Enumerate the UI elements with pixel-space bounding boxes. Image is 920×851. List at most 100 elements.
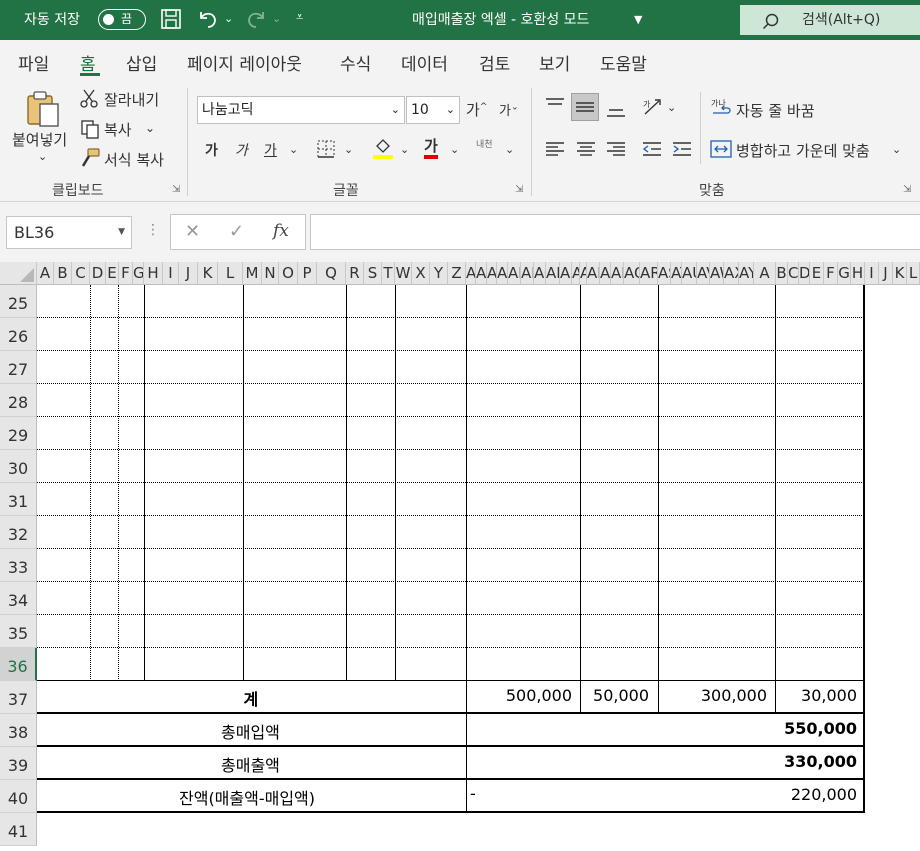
- column-header[interactable]: H: [851, 262, 865, 285]
- align-top-icon[interactable]: [545, 96, 565, 118]
- column-header[interactable]: J: [179, 262, 198, 285]
- format-painter-icon[interactable]: [80, 148, 100, 172]
- search-box[interactable]: 검색(Alt+Q): [740, 5, 920, 35]
- column-header[interactable]: L: [907, 262, 920, 285]
- underline-button[interactable]: 가: [264, 140, 277, 160]
- wrap-text-icon[interactable]: 가나: [710, 97, 732, 123]
- column-header[interactable]: M: [243, 262, 262, 285]
- merge-center-icon[interactable]: [710, 139, 732, 163]
- column-header[interactable]: J: [879, 262, 893, 285]
- column-header[interactable]: A: [37, 262, 54, 285]
- row-header[interactable]: 37: [0, 681, 37, 714]
- align-left-icon[interactable]: [545, 139, 565, 163]
- column-header[interactable]: B: [54, 262, 72, 285]
- row-header[interactable]: 33: [0, 549, 37, 582]
- tab-view[interactable]: 보기: [539, 50, 570, 75]
- column-header[interactable]: AN: [600, 262, 611, 285]
- merge-dropdown-icon[interactable]: ⌄: [892, 143, 901, 156]
- column-header[interactable]: C: [72, 262, 90, 285]
- tab-formulas[interactable]: 수식: [340, 50, 371, 75]
- merge-center-button[interactable]: 병합하고 가운데 맞춤: [736, 140, 870, 161]
- tab-help[interactable]: 도움말: [600, 50, 647, 75]
- column-header[interactable]: K: [198, 262, 218, 285]
- row-header[interactable]: 41: [0, 813, 37, 846]
- tab-insert[interactable]: 삽입: [126, 50, 157, 75]
- border-dropdown-icon[interactable]: ⌄: [344, 143, 353, 156]
- undo-icon[interactable]: [196, 8, 220, 34]
- paste-dropdown-icon[interactable]: ⌄: [38, 150, 47, 163]
- row-header[interactable]: 29: [0, 417, 37, 450]
- column-header[interactable]: AE: [476, 262, 487, 285]
- row-header[interactable]: 39: [0, 747, 37, 780]
- bold-button[interactable]: 가: [205, 140, 218, 160]
- row-header[interactable]: 27: [0, 351, 37, 384]
- column-header[interactable]: Z: [448, 262, 466, 285]
- font-launcher-icon[interactable]: ⇲: [515, 184, 523, 195]
- italic-button[interactable]: 가: [235, 140, 248, 160]
- undo-dropdown-icon[interactable]: ⌄: [224, 12, 233, 25]
- column-header[interactable]: AY: [739, 262, 754, 285]
- column-header[interactable]: P: [298, 262, 317, 285]
- column-header[interactable]: B: [776, 262, 788, 285]
- paste-button[interactable]: 붙여넣기: [12, 129, 67, 150]
- column-header[interactable]: AR: [640, 262, 658, 285]
- column-header[interactable]: W: [395, 262, 412, 285]
- column-header[interactable]: AU: [682, 262, 697, 285]
- column-header[interactable]: AF: [521, 262, 534, 285]
- phonetic-button[interactable]: 내천: [476, 137, 493, 150]
- alignment-launcher-icon[interactable]: ⇲: [903, 184, 911, 195]
- column-header[interactable]: L: [218, 262, 243, 285]
- redo-dropdown-icon[interactable]: ⌄: [272, 12, 281, 25]
- align-right-icon[interactable]: [606, 139, 626, 163]
- column-header[interactable]: Y: [430, 262, 448, 285]
- cut-button[interactable]: 잘라내기: [104, 89, 159, 110]
- row-header[interactable]: 38: [0, 714, 37, 747]
- row-header[interactable]: 34: [0, 582, 37, 615]
- insert-function-icon[interactable]: fx: [273, 221, 289, 241]
- row-header[interactable]: 35: [0, 615, 37, 648]
- column-header[interactable]: E: [810, 262, 824, 285]
- increase-indent-icon[interactable]: [672, 139, 692, 163]
- row-header[interactable]: 36: [0, 648, 37, 681]
- column-header[interactable]: AC: [487, 262, 497, 285]
- wrap-text-button[interactable]: 자동 줄 바꿈: [736, 100, 815, 121]
- grow-font-button[interactable]: 가^: [466, 99, 487, 120]
- column-header[interactable]: K: [893, 262, 907, 285]
- align-middle-icon[interactable]: [571, 93, 599, 121]
- redo-icon[interactable]: [244, 8, 268, 34]
- clipboard-launcher-icon[interactable]: ⇲: [172, 184, 180, 195]
- select-all-corner[interactable]: [0, 262, 37, 285]
- title-dropdown-icon[interactable]: ▼: [634, 0, 642, 40]
- column-header[interactable]: S: [364, 262, 382, 285]
- column-header[interactable]: AG: [534, 262, 546, 285]
- column-header[interactable]: F: [119, 262, 133, 285]
- column-header[interactable]: AH: [546, 262, 560, 285]
- column-header[interactable]: C: [788, 262, 799, 285]
- column-header[interactable]: R: [346, 262, 364, 285]
- column-header[interactable]: H: [144, 262, 163, 285]
- underline-dropdown-icon[interactable]: ⌄: [289, 143, 298, 156]
- column-header[interactable]: AD: [497, 262, 508, 285]
- column-header[interactable]: AM: [587, 262, 600, 285]
- column-header[interactable]: AS: [658, 262, 671, 285]
- row-header[interactable]: 26: [0, 318, 37, 351]
- cut-icon[interactable]: [80, 89, 98, 113]
- copy-icon[interactable]: [80, 119, 100, 143]
- row-header[interactable]: 32: [0, 516, 37, 549]
- autosave-toggle[interactable]: 끔: [98, 9, 146, 30]
- font-color-dropdown-icon[interactable]: ⌄: [450, 143, 459, 156]
- cancel-icon[interactable]: ✕: [185, 221, 200, 242]
- font-color-button[interactable]: 가: [424, 137, 438, 159]
- column-header[interactable]: G: [838, 262, 851, 285]
- tab-data[interactable]: 데이터: [401, 50, 448, 75]
- column-header[interactable]: AP: [611, 262, 624, 285]
- tab-home[interactable]: 홈: [80, 50, 96, 75]
- orientation-icon[interactable]: 가: [642, 97, 664, 121]
- tab-review[interactable]: 검토: [479, 50, 510, 75]
- column-header[interactable]: E: [106, 262, 119, 285]
- font-size-select[interactable]: 10 ⌄: [406, 96, 460, 124]
- column-header[interactable]: AT: [671, 262, 682, 285]
- column-header[interactable]: AJ: [572, 262, 580, 285]
- column-header[interactable]: X: [412, 262, 430, 285]
- column-header[interactable]: I: [865, 262, 879, 285]
